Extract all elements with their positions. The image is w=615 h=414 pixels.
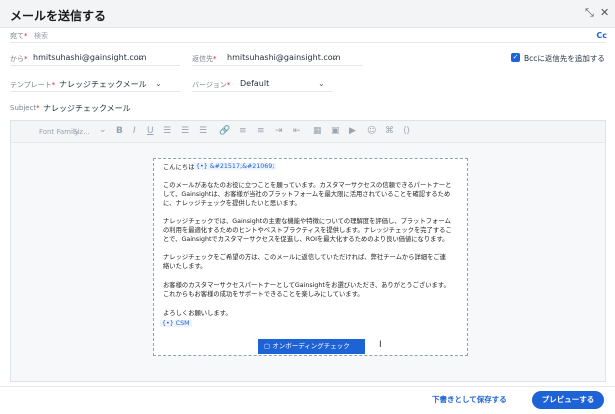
dialog-header: メールを送信する ⤡ ✕ bbox=[0, 0, 615, 28]
body-line: して、Gainsightは、お客様が当社のプラットフォームを最大限に活用されてい… bbox=[163, 191, 451, 198]
html-icon[interactable]: ⌘ bbox=[385, 126, 394, 136]
close-icon[interactable]: ✕ bbox=[600, 6, 609, 19]
align-center-icon[interactable]: ☰ bbox=[181, 126, 189, 136]
subject-input[interactable]: ナレッジチェックメール bbox=[43, 103, 131, 114]
body-line: ナレッジチェックでは、Gainsightの主要な機能や特徴についての理解度を評価… bbox=[163, 218, 451, 225]
bold-icon[interactable]: B bbox=[116, 126, 123, 136]
send-email-dialog: メールを送信する ⤡ ✕ 宛て* 検索 Cc から* hmitsuhashi@g… bbox=[0, 0, 615, 414]
to-label: 宛て* bbox=[10, 32, 28, 40]
to-search-input[interactable]: 検索 bbox=[34, 31, 48, 41]
chevron-down-icon[interactable]: ⌄ bbox=[331, 53, 338, 62]
align-right-icon[interactable]: ☰ bbox=[199, 126, 207, 136]
dialog-footer: 下書きとして保存する プレビューする bbox=[0, 386, 615, 414]
name-token[interactable]: {•} &#21517;&#21069; bbox=[194, 163, 277, 170]
closing-text: よろしくお願いします。 bbox=[163, 310, 232, 317]
image-icon[interactable]: ▣ bbox=[331, 126, 340, 136]
chevron-down-icon[interactable]: ⌄ bbox=[318, 79, 325, 88]
outdent-icon[interactable]: ⇤ bbox=[293, 126, 301, 136]
body-line: に、ナレッジチェックを提供したいと思います。 bbox=[163, 200, 301, 207]
from-label: から* bbox=[10, 55, 28, 63]
greeting-text: こんにちは bbox=[163, 164, 195, 171]
italic-icon[interactable]: I bbox=[133, 126, 136, 136]
table-icon[interactable]: ▦ bbox=[313, 126, 322, 136]
bcc-checkbox-label: Bccに返信先を追加する bbox=[524, 54, 605, 63]
emoji-icon[interactable]: ☺ bbox=[367, 126, 376, 136]
chevron-down-icon[interactable]: ⌄ bbox=[137, 53, 144, 62]
body-line: の利用を最適化するためのヒントやベストプラクティスを提供します。ナレッジチェック… bbox=[163, 227, 452, 234]
from-select[interactable]: hmitsuhashi@gainsight.com bbox=[33, 53, 146, 62]
chevron-down-icon[interactable]: ⌄ bbox=[99, 125, 107, 135]
cc-toggle[interactable]: Cc bbox=[596, 31, 607, 40]
body-line: ナレッジチェックをご希望の方は、このメールに返信していただければ、弊社チームから… bbox=[163, 254, 446, 261]
csm-token[interactable]: {•} CSM bbox=[160, 320, 192, 327]
reply-to-label: 返信先* bbox=[192, 55, 217, 63]
email-body-editor[interactable]: Font Family ⌄ Siz... B I U ☰ ☰ ☰ 🔗 ≡ ≡ ⇥… bbox=[10, 120, 606, 382]
preview-button[interactable]: プレビューする bbox=[532, 391, 604, 409]
onboarding-check-button[interactable]: ▢ オンボーディングチェック bbox=[258, 339, 365, 354]
code-icon[interactable]: ⟨⟩ bbox=[403, 126, 410, 136]
body-line: 絡いたします。 bbox=[163, 263, 207, 270]
body-line: これからもお客様の成功をサポートできることを楽しみにしています。 bbox=[163, 291, 364, 298]
bcc-checkbox[interactable]: ✓ bbox=[511, 53, 520, 62]
template-underline bbox=[10, 91, 180, 92]
reply-to-select[interactable]: hmitsuhashi@gainsight.com bbox=[227, 53, 340, 62]
body-line: とで、Gainsightでカスタマーサクセスを促進し、ROIを最大化するためのよ… bbox=[163, 236, 449, 243]
align-left-icon[interactable]: ☰ bbox=[163, 126, 171, 136]
indent-icon[interactable]: ⇥ bbox=[275, 126, 283, 136]
save-draft-button[interactable]: 下書きとして保存する bbox=[432, 392, 507, 408]
chevron-down-icon[interactable]: ⌄ bbox=[155, 79, 162, 88]
dialog-title: メールを送信する bbox=[10, 9, 107, 23]
underline-icon[interactable]: U bbox=[147, 126, 154, 136]
reply-to-underline bbox=[192, 65, 362, 66]
numbered-list-icon[interactable]: ≡ bbox=[257, 126, 265, 136]
to-divider bbox=[10, 42, 606, 43]
text-cursor-icon: I bbox=[379, 340, 382, 350]
from-underline bbox=[10, 65, 180, 66]
link-icon[interactable]: 🔗 bbox=[219, 126, 230, 136]
template-select[interactable]: ナレッジチェックメール bbox=[59, 79, 147, 90]
version-underline bbox=[192, 91, 332, 92]
email-content-area[interactable]: こんにちは {•} &#21517;&#21069; このメールがあなたのお役に… bbox=[153, 158, 468, 356]
minimize-icon[interactable]: ⤡ bbox=[585, 6, 594, 20]
template-label: テンプレート* bbox=[10, 81, 56, 89]
subject-label: Subject* bbox=[10, 104, 40, 112]
version-label: バージョン* bbox=[192, 81, 231, 89]
video-icon[interactable]: ▶ bbox=[349, 126, 356, 136]
editor-toolbar: Font Family ⌄ Siz... B I U ☰ ☰ ☰ 🔗 ≡ ≡ ⇥… bbox=[11, 121, 605, 143]
body-line: このメールがあなたのお役に立つことを願っています。カスタマーサクセスの信頼できる… bbox=[163, 182, 452, 189]
bulleted-list-icon[interactable]: ≡ bbox=[239, 126, 247, 136]
font-size-select[interactable]: Siz... bbox=[73, 128, 90, 136]
version-select[interactable]: Default bbox=[240, 79, 269, 88]
body-line: お客様のカスタマーサクセスパートナーとしてGainsightをお選びいただき、あ… bbox=[163, 282, 450, 289]
